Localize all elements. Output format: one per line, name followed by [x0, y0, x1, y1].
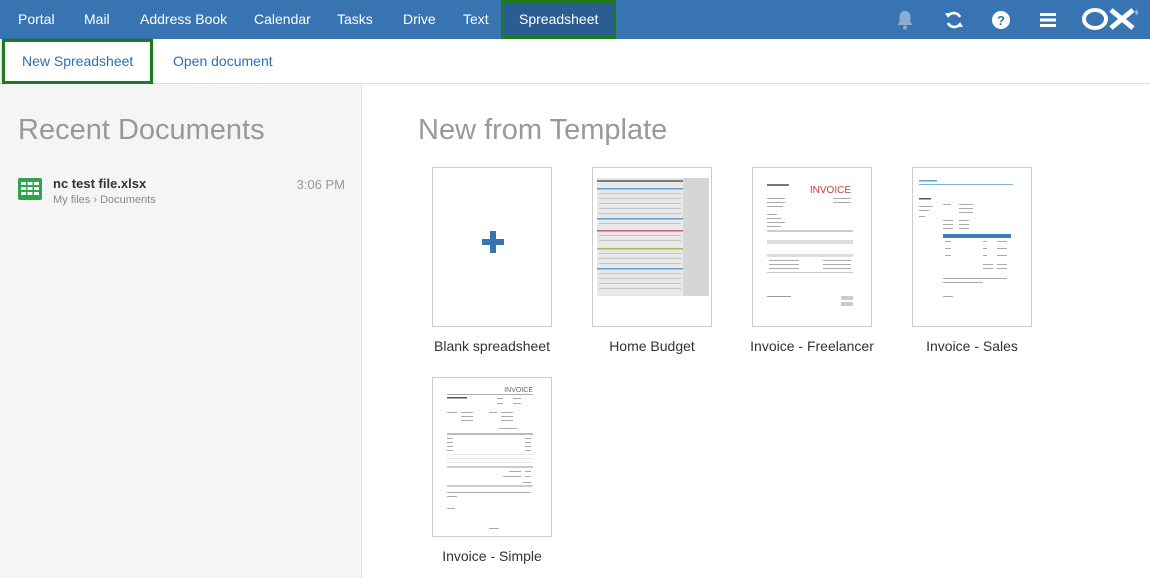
- nav-calendar[interactable]: Calendar: [254, 0, 311, 39]
- template-label: Home Budget: [609, 338, 695, 354]
- template-thumbnail: [912, 167, 1032, 327]
- nav-text[interactable]: Text: [463, 0, 489, 39]
- bell-icon[interactable]: [893, 8, 917, 32]
- top-nav-bar: Portal Mail Address Book Calendar Tasks …: [0, 0, 1150, 39]
- nav-address-book[interactable]: Address Book: [140, 0, 227, 39]
- recent-documents-pane: Recent Documents nc test file.xlsx My fi…: [0, 84, 362, 578]
- file-path: My files › Documents: [53, 194, 156, 206]
- template-thumbnail: INVOICE: [432, 377, 552, 537]
- nav-spreadsheet[interactable]: Spreadsheet: [501, 0, 617, 39]
- path-folder: Documents: [100, 194, 156, 206]
- svg-text:?: ?: [997, 13, 1005, 28]
- spreadsheet-file-icon: [17, 177, 43, 206]
- nav-mail[interactable]: Mail: [84, 0, 110, 39]
- file-time: 3:06 PM: [296, 177, 345, 192]
- open-document-button[interactable]: Open document: [173, 39, 273, 84]
- template-label: Blank spreadsheet: [434, 338, 550, 354]
- chevron-right-icon: ›: [93, 194, 98, 206]
- file-name: nc test file.xlsx: [53, 176, 147, 191]
- toolbar: New Spreadsheet Open document: [0, 39, 1150, 84]
- template-thumbnail: INVOICE: [752, 167, 872, 327]
- nav-drive[interactable]: Drive: [403, 0, 436, 39]
- nav-portal[interactable]: Portal: [18, 0, 55, 39]
- plus-icon: [481, 230, 505, 259]
- template-label: Invoice - Freelancer: [750, 338, 874, 354]
- template-thumbnail: [592, 167, 712, 327]
- ox-logo: ®: [1082, 5, 1138, 33]
- template-thumbnail: [432, 167, 552, 327]
- menu-icon[interactable]: [1036, 8, 1060, 32]
- new-from-template-title: New from Template: [418, 114, 668, 146]
- refresh-icon[interactable]: [942, 8, 966, 32]
- template-label: Invoice - Sales: [926, 338, 1018, 354]
- new-spreadsheet-button[interactable]: New Spreadsheet: [2, 39, 154, 84]
- svg-text:INVOICE: INVOICE: [810, 185, 851, 196]
- template-label: Invoice - Simple: [442, 548, 542, 564]
- svg-text:®: ®: [1135, 10, 1138, 17]
- path-root: My files: [53, 194, 91, 206]
- recent-documents-title: Recent Documents: [18, 114, 265, 146]
- help-icon[interactable]: ?: [989, 8, 1013, 32]
- nav-tasks[interactable]: Tasks: [337, 0, 373, 39]
- svg-text:INVOICE: INVOICE: [504, 387, 533, 394]
